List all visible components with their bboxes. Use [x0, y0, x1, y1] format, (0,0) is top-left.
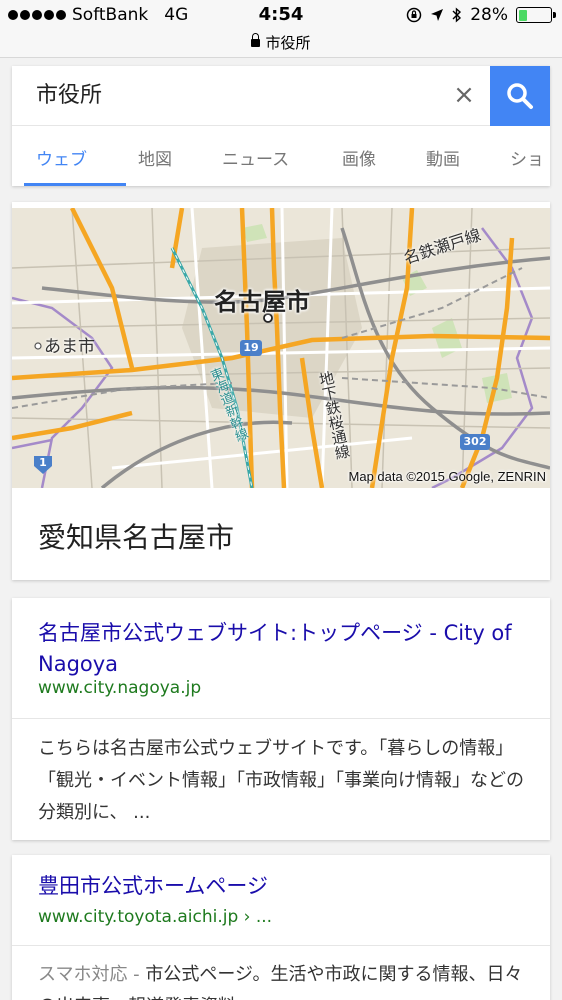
map-attribution: Map data ©2015 Google, ZENRIN [348, 469, 546, 484]
result-url: www.city.toyota.aichi.jp › ... [38, 907, 273, 927]
result-divider [12, 718, 550, 719]
tab-shopping[interactable]: ショ [510, 145, 544, 170]
result-snippet: スマホ対応 - 市公式ページ。生活や市政に関する情報、日々の出来事、報道発表資料 [38, 959, 528, 1000]
search-row: × [12, 66, 550, 126]
result-snippet-tag: スマホ対応 - [38, 964, 146, 985]
map-label-ama: あま市 [44, 337, 95, 357]
result-url: www.city.nagoya.jp [38, 678, 202, 698]
bluetooth-icon [452, 7, 462, 23]
route-shield-1: 1 [39, 456, 47, 469]
status-right: 28% [406, 5, 556, 25]
tab-news[interactable]: ニュース [222, 145, 289, 170]
result-divider [12, 945, 550, 946]
tab-images[interactable]: 画像 [342, 145, 376, 170]
search-button[interactable] [490, 66, 550, 126]
address-bar[interactable]: 市役所 [0, 32, 562, 53]
map-place-title[interactable]: 愛知県名古屋市 [38, 516, 234, 556]
map-card[interactable]: 名古屋市 あま市 名鉄瀬戸線 地下鉄桜通線 東海道新幹線 19 302 1 Ma… [12, 202, 550, 580]
tab-videos[interactable]: 動画 [426, 145, 460, 170]
battery-level [518, 9, 528, 21]
status-bar: SoftBank 4G 4:54 28% 市役所 [0, 0, 562, 58]
result-snippet: こちらは名古屋市公式ウェブサイトです。「暮らしの情報」「観光・イベント情報」「市… [38, 738, 524, 823]
lock-icon [251, 33, 261, 47]
location-arrow-icon [431, 9, 444, 21]
rotation-lock-icon [406, 7, 422, 23]
result-title-link[interactable]: 名古屋市公式ウェブサイト:トップページ - City of Nagoya [38, 618, 528, 680]
search-tabs: ウェブ 地図 ニュース 画像 動画 ショ [12, 126, 550, 186]
map-view[interactable]: 名古屋市 あま市 名鉄瀬戸線 地下鉄桜通線 東海道新幹線 19 302 1 Ma… [12, 208, 550, 488]
search-input[interactable] [36, 80, 436, 105]
result-title-link[interactable]: 豊田市公式ホームページ [38, 871, 528, 902]
battery-percent: 28% [470, 5, 508, 25]
tab-maps[interactable]: 地図 [138, 145, 172, 170]
clear-icon[interactable]: × [450, 81, 478, 109]
search-result: 名古屋市公式ウェブサイト:トップページ - City of Nagoya www… [12, 598, 550, 840]
route-shield-19: 19 [243, 341, 259, 354]
battery-icon [516, 7, 556, 23]
search-result: 豊田市公式ホームページ www.city.toyota.aichi.jp › .… [12, 855, 550, 1000]
map-label-city: 名古屋市 [214, 288, 310, 316]
search-card: × ウェブ 地図 ニュース 画像 動画 ショ [12, 66, 550, 186]
search-icon [507, 83, 533, 109]
route-shield-302: 302 [463, 435, 487, 448]
active-tab-indicator [24, 183, 126, 186]
tab-web[interactable]: ウェブ [36, 145, 87, 170]
address-text: 市役所 [265, 34, 311, 52]
